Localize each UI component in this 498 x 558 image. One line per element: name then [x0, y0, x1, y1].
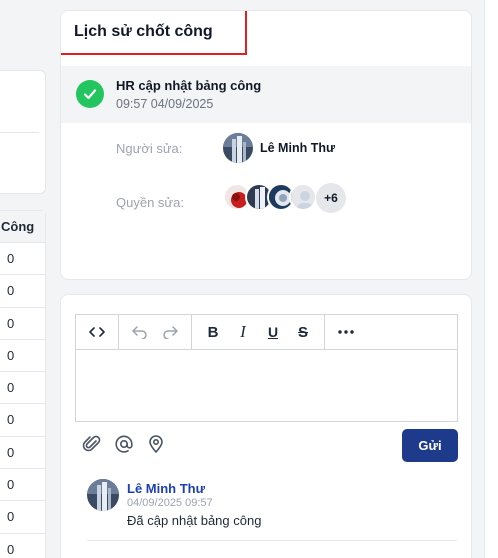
table-cell: 0 [0, 340, 45, 373]
more-avatars-badge[interactable]: +6 [316, 183, 346, 213]
table-cell: 0 [0, 275, 45, 308]
table-cell: 0 [0, 437, 45, 470]
location-icon[interactable] [145, 433, 167, 455]
table-cell: 0 [0, 404, 45, 437]
history-entry[interactable]: HR cập nhật bảng công 09:57 04/09/2025 [61, 66, 471, 123]
table-cell: 0 [0, 469, 45, 502]
avatar[interactable] [87, 479, 119, 511]
check-icon [76, 80, 104, 108]
rich-text-editor[interactable]: B I U S [75, 314, 458, 422]
redo-icon[interactable] [155, 317, 185, 347]
divider [0, 132, 39, 133]
bold-button[interactable]: B [198, 317, 228, 347]
more-icon[interactable] [331, 317, 361, 347]
underline-button[interactable]: U [258, 317, 288, 347]
editor-toolbar: B I U S [76, 315, 457, 350]
strikethrough-button[interactable]: S [288, 317, 318, 347]
code-icon[interactable] [82, 317, 112, 347]
table-header-cong: Công [0, 211, 45, 243]
entry-title: HR cập nhật bảng công [116, 78, 262, 93]
entry-time: 09:57 04/09/2025 [116, 97, 214, 111]
comment-input[interactable] [76, 350, 457, 421]
table-cell: 0 [0, 308, 45, 340]
avatar [289, 183, 317, 211]
table-cell: 0 [0, 372, 45, 405]
history-title: Lịch sử chốt công [61, 11, 247, 55]
undo-icon[interactable] [125, 317, 155, 347]
avatar[interactable] [223, 133, 253, 163]
editor-label: Người sửa: [116, 141, 183, 156]
left-summary-card [0, 70, 46, 194]
table-cell: 0 [0, 501, 45, 534]
permission-avatars[interactable]: +6 [223, 183, 353, 213]
table-cell: 0 [0, 534, 45, 558]
table-cell: 0 [0, 243, 45, 276]
attendance-table: Công 0 0 0 0 0 0 0 0 0 0 [0, 210, 46, 558]
comment-item: Lê Minh Thư 04/09/2025 09:57 Đã cập nhật… [87, 479, 457, 541]
comment-text: Đã cập nhật bảng công [127, 513, 262, 528]
editor-name: Lê Minh Thư [260, 141, 336, 155]
comment-author[interactable]: Lê Minh Thư [127, 481, 205, 496]
history-card: Lịch sử chốt công HR cập nhật bảng công … [60, 10, 472, 280]
send-button[interactable]: Gửi [402, 429, 458, 462]
comment-card: B I U S Gửi Lê Minh Thư 04/09/2025 09:57… [60, 294, 472, 558]
permission-label: Quyền sửa: [116, 195, 184, 210]
italic-button[interactable]: I [228, 317, 258, 347]
comment-time: 04/09/2025 09:57 [127, 497, 213, 509]
attachment-actions [81, 433, 167, 455]
at-icon[interactable] [113, 433, 135, 455]
scrollbar[interactable] [484, 0, 498, 558]
paperclip-icon[interactable] [81, 433, 103, 455]
